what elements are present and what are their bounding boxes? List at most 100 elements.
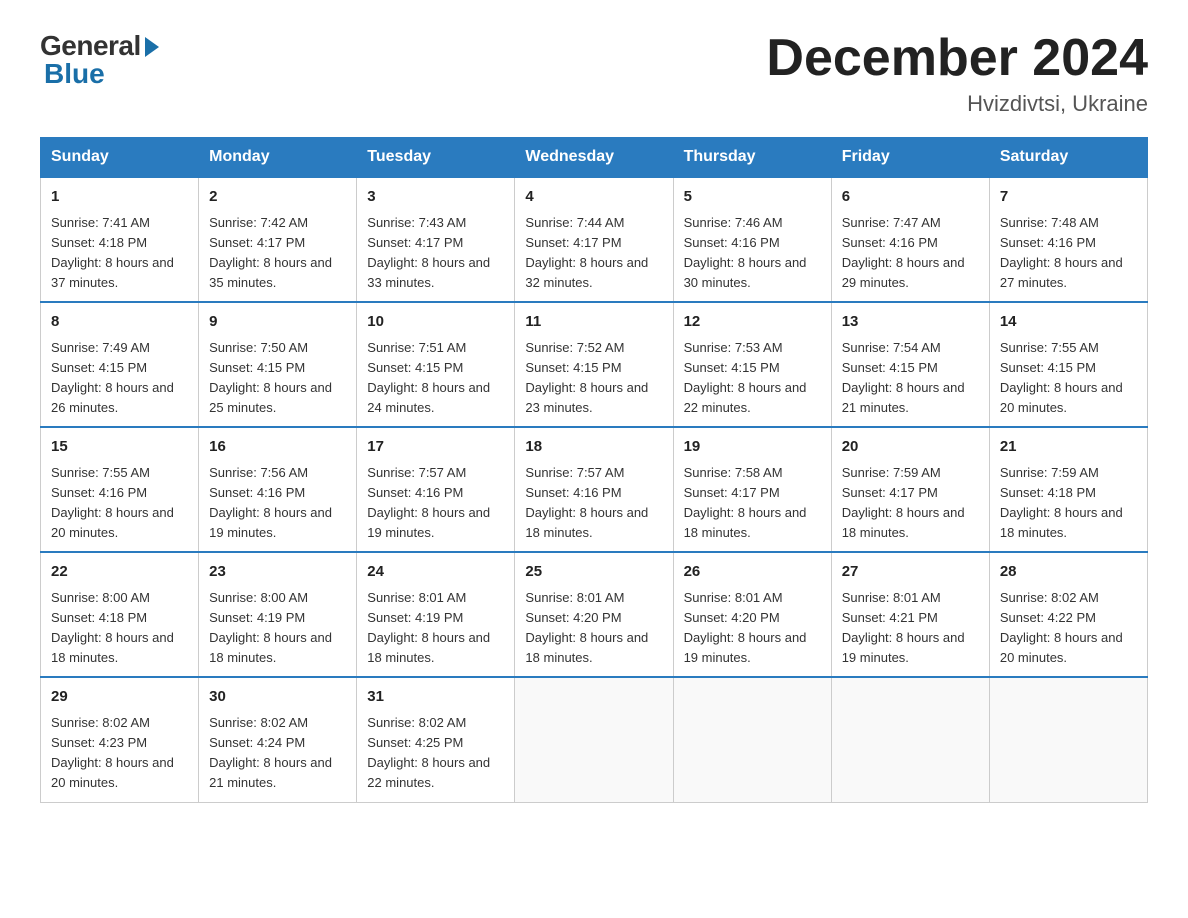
page-header: General Blue December 2024 Hvizdivtsi, U… (40, 30, 1148, 117)
calendar-day-cell: 7 Sunrise: 7:48 AMSunset: 4:16 PMDaylight… (989, 177, 1147, 302)
day-number: 28 (1000, 561, 1137, 584)
day-info: Sunrise: 7:54 AMSunset: 4:15 PMDaylight:… (842, 338, 979, 419)
day-info: Sunrise: 7:56 AMSunset: 4:16 PMDaylight:… (209, 463, 346, 544)
calendar-day-cell: 29Sunrise: 8:02 AMSunset: 4:23 PMDayligh… (41, 677, 199, 802)
day-number: 22 (51, 561, 188, 584)
month-title: December 2024 (766, 30, 1148, 87)
weekday-header-monday: Monday (199, 138, 357, 178)
calendar-day-cell: 8 Sunrise: 7:49 AMSunset: 4:15 PMDaylight… (41, 302, 199, 427)
day-info: Sunrise: 8:01 AMSunset: 4:20 PMDaylight:… (684, 588, 821, 669)
weekday-header-tuesday: Tuesday (357, 138, 515, 178)
day-number: 27 (842, 561, 979, 584)
calendar-week-row: 8 Sunrise: 7:49 AMSunset: 4:15 PMDaylight… (41, 302, 1148, 427)
calendar-day-cell (673, 677, 831, 802)
day-info: Sunrise: 8:01 AMSunset: 4:19 PMDaylight:… (367, 588, 504, 669)
calendar-day-cell: 3 Sunrise: 7:43 AMSunset: 4:17 PMDaylight… (357, 177, 515, 302)
day-number: 15 (51, 436, 188, 459)
day-info: Sunrise: 8:01 AMSunset: 4:21 PMDaylight:… (842, 588, 979, 669)
day-number: 7 (1000, 186, 1137, 209)
weekday-header-thursday: Thursday (673, 138, 831, 178)
calendar-day-cell: 16 Sunrise: 7:56 AMSunset: 4:16 PMDayligh… (199, 427, 357, 552)
calendar-day-cell (515, 677, 673, 802)
calendar-day-cell: 27 Sunrise: 8:01 AMSunset: 4:21 PMDayligh… (831, 552, 989, 677)
day-number: 20 (842, 436, 979, 459)
calendar-day-cell: 9 Sunrise: 7:50 AMSunset: 4:15 PMDaylight… (199, 302, 357, 427)
calendar-day-cell: 1 Sunrise: 7:41 AMSunset: 4:18 PMDaylight… (41, 177, 199, 302)
calendar-day-cell: 4 Sunrise: 7:44 AMSunset: 4:17 PMDaylight… (515, 177, 673, 302)
day-number: 4 (525, 186, 662, 209)
calendar-day-cell: 24 Sunrise: 8:01 AMSunset: 4:19 PMDayligh… (357, 552, 515, 677)
day-info: Sunrise: 7:55 AMSunset: 4:16 PMDaylight:… (51, 463, 188, 544)
day-number: 29 (51, 686, 188, 709)
calendar-day-cell: 28Sunrise: 8:02 AMSunset: 4:22 PMDayligh… (989, 552, 1147, 677)
day-number: 30 (209, 686, 346, 709)
day-number: 6 (842, 186, 979, 209)
calendar-day-cell: 30 Sunrise: 8:02 AMSunset: 4:24 PMDayligh… (199, 677, 357, 802)
calendar-day-cell: 26 Sunrise: 8:01 AMSunset: 4:20 PMDayligh… (673, 552, 831, 677)
calendar-day-cell: 5 Sunrise: 7:46 AMSunset: 4:16 PMDaylight… (673, 177, 831, 302)
day-number: 25 (525, 561, 662, 584)
logo-blue-text: Blue (40, 58, 105, 90)
day-number: 24 (367, 561, 504, 584)
calendar-day-cell: 10 Sunrise: 7:51 AMSunset: 4:15 PMDayligh… (357, 302, 515, 427)
day-number: 16 (209, 436, 346, 459)
day-number: 31 (367, 686, 504, 709)
day-number: 14 (1000, 311, 1137, 334)
day-number: 12 (684, 311, 821, 334)
weekday-header-saturday: Saturday (989, 138, 1147, 178)
day-info: Sunrise: 7:48 AMSunset: 4:16 PMDaylight:… (1000, 213, 1137, 294)
title-section: December 2024 Hvizdivtsi, Ukraine (766, 30, 1148, 117)
day-info: Sunrise: 7:51 AMSunset: 4:15 PMDaylight:… (367, 338, 504, 419)
day-number: 17 (367, 436, 504, 459)
calendar-day-cell: 2Sunrise: 7:42 AMSunset: 4:17 PMDaylight… (199, 177, 357, 302)
calendar-week-row: 15 Sunrise: 7:55 AMSunset: 4:16 PMDayligh… (41, 427, 1148, 552)
calendar-day-cell: 11 Sunrise: 7:52 AMSunset: 4:15 PMDayligh… (515, 302, 673, 427)
calendar-week-row: 22 Sunrise: 8:00 AMSunset: 4:18 PMDayligh… (41, 552, 1148, 677)
day-info: Sunrise: 7:59 AMSunset: 4:17 PMDaylight:… (842, 463, 979, 544)
calendar-day-cell: 12 Sunrise: 7:53 AMSunset: 4:15 PMDayligh… (673, 302, 831, 427)
day-number: 9 (209, 311, 346, 334)
logo-triangle-icon (145, 37, 159, 57)
day-info: Sunrise: 7:58 AMSunset: 4:17 PMDaylight:… (684, 463, 821, 544)
calendar-day-cell: 19 Sunrise: 7:58 AMSunset: 4:17 PMDayligh… (673, 427, 831, 552)
day-number: 3 (367, 186, 504, 209)
day-info: Sunrise: 7:57 AMSunset: 4:16 PMDaylight:… (525, 463, 662, 544)
day-info: Sunrise: 7:59 AMSunset: 4:18 PMDaylight:… (1000, 463, 1137, 544)
day-info: Sunrise: 7:53 AMSunset: 4:15 PMDaylight:… (684, 338, 821, 419)
calendar-day-cell: 13Sunrise: 7:54 AMSunset: 4:15 PMDayligh… (831, 302, 989, 427)
day-number: 23 (209, 561, 346, 584)
calendar-day-cell: 14Sunrise: 7:55 AMSunset: 4:15 PMDayligh… (989, 302, 1147, 427)
calendar-day-cell: 23Sunrise: 8:00 AMSunset: 4:19 PMDayligh… (199, 552, 357, 677)
location-subtitle: Hvizdivtsi, Ukraine (766, 91, 1148, 117)
day-number: 11 (525, 311, 662, 334)
day-info: Sunrise: 7:52 AMSunset: 4:15 PMDaylight:… (525, 338, 662, 419)
calendar-day-cell (831, 677, 989, 802)
weekday-header-sunday: Sunday (41, 138, 199, 178)
day-info: Sunrise: 7:43 AMSunset: 4:17 PMDaylight:… (367, 213, 504, 294)
calendar-day-cell: 22 Sunrise: 8:00 AMSunset: 4:18 PMDayligh… (41, 552, 199, 677)
calendar-day-cell: 18Sunrise: 7:57 AMSunset: 4:16 PMDayligh… (515, 427, 673, 552)
day-number: 5 (684, 186, 821, 209)
day-info: Sunrise: 8:00 AMSunset: 4:18 PMDaylight:… (51, 588, 188, 669)
weekday-header-wednesday: Wednesday (515, 138, 673, 178)
calendar-week-row: 1 Sunrise: 7:41 AMSunset: 4:18 PMDaylight… (41, 177, 1148, 302)
day-number: 19 (684, 436, 821, 459)
day-info: Sunrise: 7:50 AMSunset: 4:15 PMDaylight:… (209, 338, 346, 419)
day-info: Sunrise: 8:02 AMSunset: 4:24 PMDaylight:… (209, 713, 346, 794)
calendar-day-cell: 25 Sunrise: 8:01 AMSunset: 4:20 PMDayligh… (515, 552, 673, 677)
calendar-table: SundayMondayTuesdayWednesdayThursdayFrid… (40, 137, 1148, 802)
day-number: 10 (367, 311, 504, 334)
calendar-week-row: 29Sunrise: 8:02 AMSunset: 4:23 PMDayligh… (41, 677, 1148, 802)
calendar-day-cell: 20 Sunrise: 7:59 AMSunset: 4:17 PMDayligh… (831, 427, 989, 552)
day-number: 26 (684, 561, 821, 584)
day-info: Sunrise: 7:41 AMSunset: 4:18 PMDaylight:… (51, 213, 188, 294)
day-info: Sunrise: 7:46 AMSunset: 4:16 PMDaylight:… (684, 213, 821, 294)
day-info: Sunrise: 8:01 AMSunset: 4:20 PMDaylight:… (525, 588, 662, 669)
day-number: 8 (51, 311, 188, 334)
day-info: Sunrise: 7:57 AMSunset: 4:16 PMDaylight:… (367, 463, 504, 544)
day-number: 1 (51, 186, 188, 209)
day-number: 21 (1000, 436, 1137, 459)
calendar-day-cell: 6Sunrise: 7:47 AMSunset: 4:16 PMDaylight… (831, 177, 989, 302)
day-info: Sunrise: 7:49 AMSunset: 4:15 PMDaylight:… (51, 338, 188, 419)
day-info: Sunrise: 7:44 AMSunset: 4:17 PMDaylight:… (525, 213, 662, 294)
